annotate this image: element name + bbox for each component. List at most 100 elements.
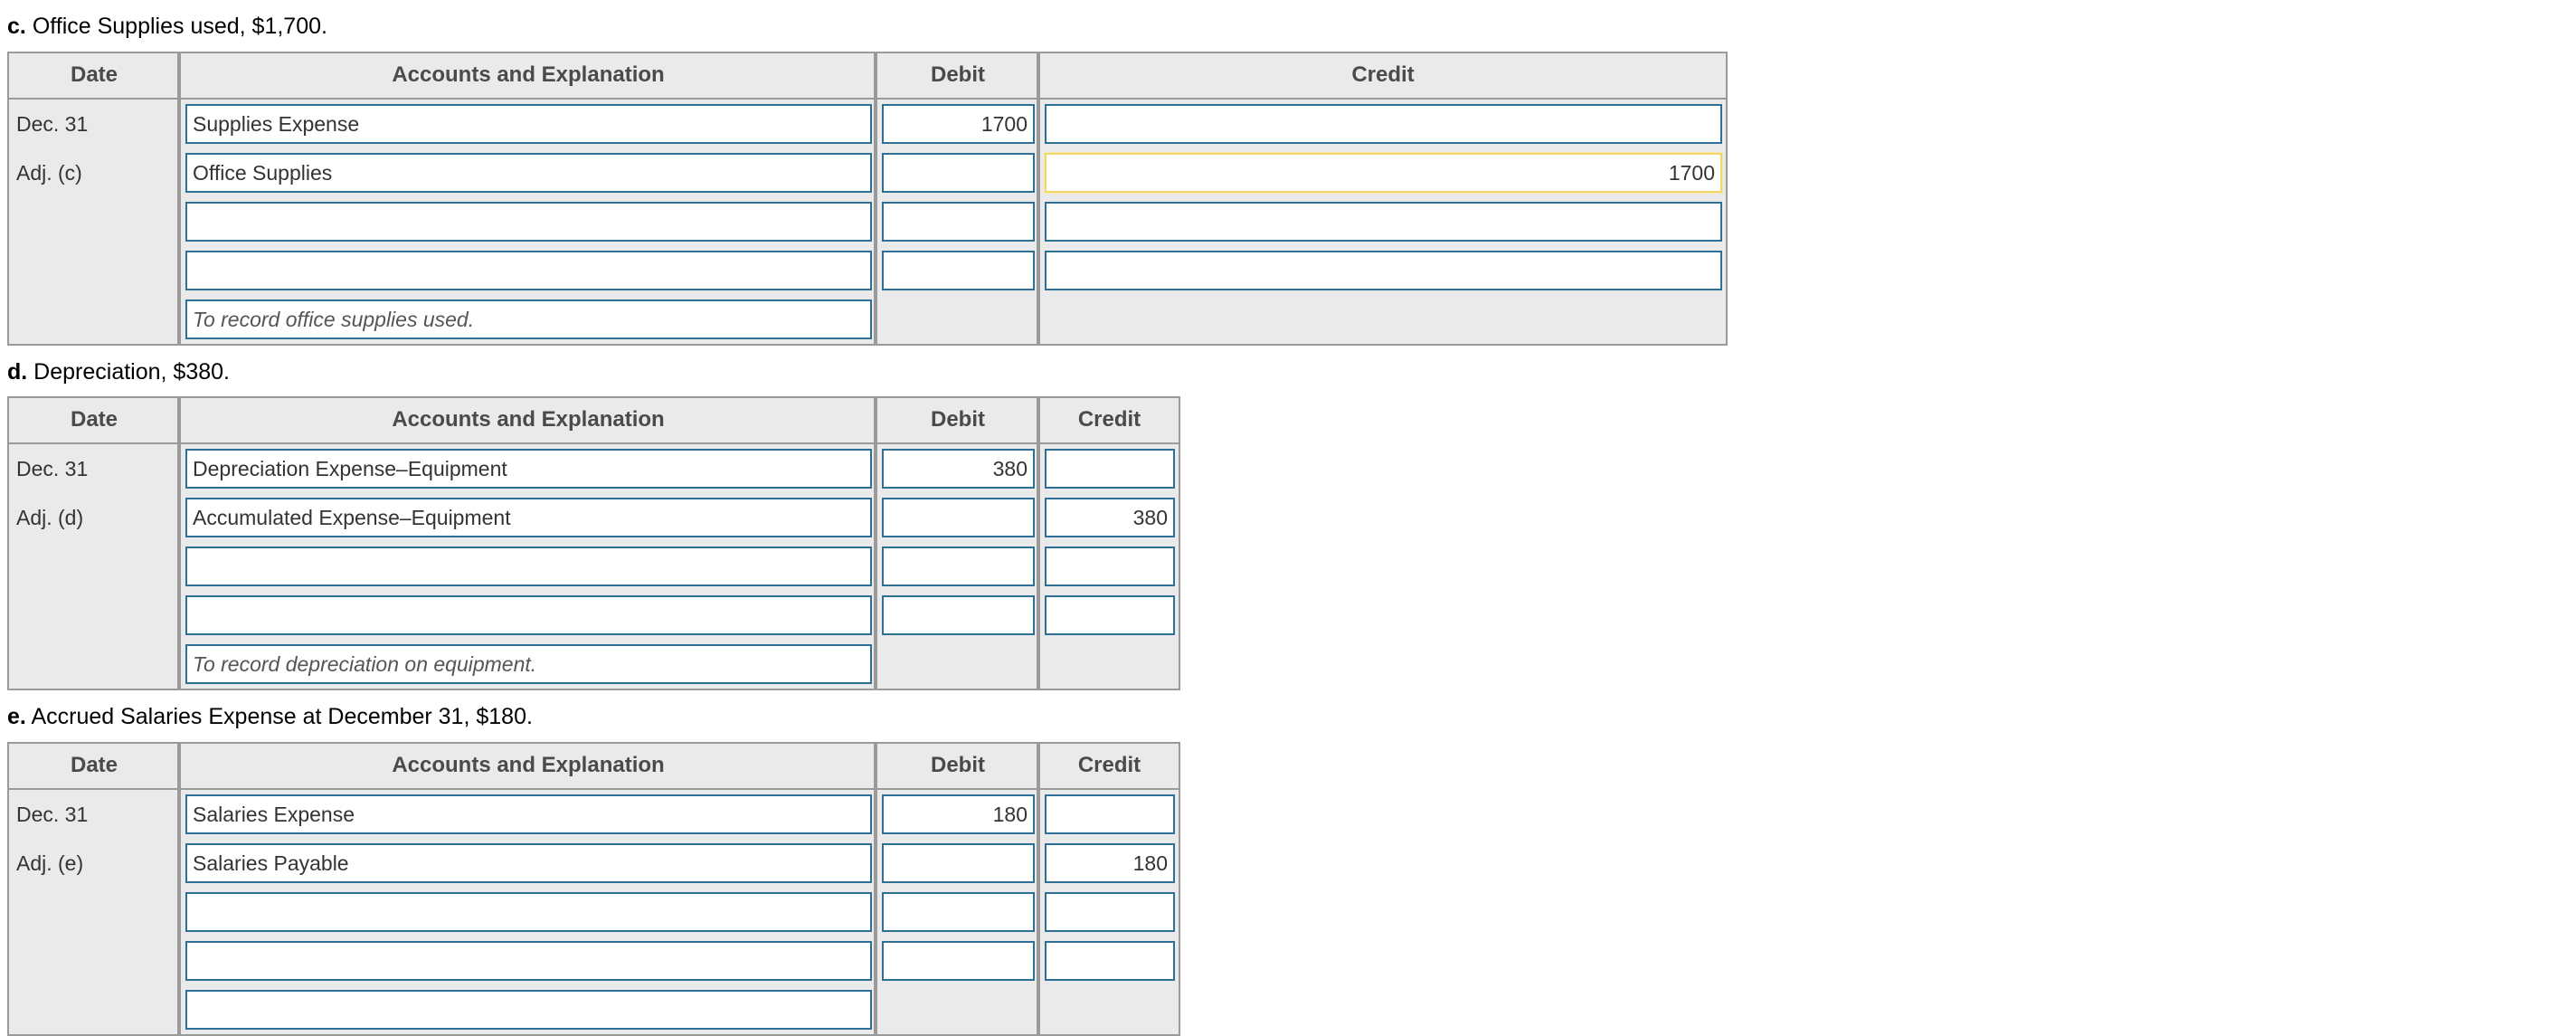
table-row xyxy=(8,245,1727,295)
table-row-memo: To record office supplies used. xyxy=(8,294,1727,345)
debit-input[interactable] xyxy=(882,940,1035,981)
account-cell: Accumulated Expense–Equipment xyxy=(180,493,877,542)
date-cell xyxy=(8,887,181,936)
credit-cell xyxy=(1039,542,1179,591)
debit-input[interactable] xyxy=(882,547,1035,586)
prompt-e-letter: e. xyxy=(7,704,26,729)
debit-cell-empty xyxy=(876,640,1040,689)
account-input[interactable] xyxy=(185,595,872,635)
account-cell: Salaries Expense xyxy=(180,787,877,839)
credit-cell xyxy=(1039,591,1179,640)
debit-cell: 380 xyxy=(876,442,1040,493)
account-cell xyxy=(180,245,877,295)
debit-input[interactable] xyxy=(882,152,1035,193)
account-cell xyxy=(180,542,877,591)
account-cell xyxy=(180,591,877,640)
date-cell: Dec. 31 xyxy=(8,787,181,839)
memo-cell: To record depreciation on equipment. xyxy=(180,640,877,689)
credit-input[interactable] xyxy=(1045,595,1175,635)
date-label: Dec. 31 xyxy=(16,111,89,136)
date-label: Adj. (e) xyxy=(16,851,84,875)
account-input[interactable]: Supplies Expense xyxy=(185,103,872,144)
account-input[interactable] xyxy=(185,250,872,290)
date-cell xyxy=(8,640,181,689)
column-header-date: Date xyxy=(8,742,181,790)
prompt-e: e. Accrued Salaries Expense at December … xyxy=(0,690,2576,742)
memo-input[interactable]: To record office supplies used. xyxy=(185,299,872,339)
column-header-accounts: Accounts and Explanation xyxy=(180,742,877,790)
prompt-c: c. Office Supplies used, $1,700. xyxy=(0,0,2576,52)
date-label xyxy=(9,246,179,295)
table-row: Adj. (e) Salaries Payable 180 xyxy=(8,838,1179,888)
account-input[interactable] xyxy=(185,940,872,981)
prompt-d: d. Depreciation, $380. xyxy=(0,346,2576,397)
date-label xyxy=(9,640,179,689)
credit-input[interactable] xyxy=(1045,940,1175,981)
debit-input[interactable]: 380 xyxy=(882,449,1035,489)
account-input[interactable]: Salaries Payable xyxy=(185,842,872,883)
table-row xyxy=(8,887,1179,936)
account-input[interactable]: Depreciation Expense–Equipment xyxy=(185,449,872,489)
account-cell: Depreciation Expense–Equipment xyxy=(180,442,877,493)
debit-cell xyxy=(876,147,1040,197)
credit-input[interactable]: 380 xyxy=(1045,498,1175,537)
credit-input[interactable] xyxy=(1045,103,1722,144)
debit-input[interactable] xyxy=(882,842,1035,883)
debit-cell xyxy=(876,591,1040,640)
credit-input[interactable] xyxy=(1045,794,1175,834)
credit-input[interactable] xyxy=(1045,201,1722,242)
date-cell: Dec. 31 xyxy=(8,97,181,148)
table-row xyxy=(8,591,1179,640)
debit-cell xyxy=(876,936,1040,985)
table-row: Adj. (d) Accumulated Expense–Equipment 3… xyxy=(8,493,1179,542)
date-label: Dec. 31 xyxy=(16,802,89,826)
memo-input[interactable] xyxy=(185,989,872,1030)
debit-input[interactable] xyxy=(882,891,1035,932)
debit-cell xyxy=(876,838,1040,888)
account-cell xyxy=(180,887,877,936)
account-input[interactable] xyxy=(185,201,872,242)
date-cell xyxy=(8,591,181,640)
table-row: Dec. 31 Depreciation Expense–Equipment 3… xyxy=(8,442,1179,493)
table-row: Dec. 31 Salaries Expense 180 xyxy=(8,787,1179,839)
account-input[interactable] xyxy=(185,891,872,932)
account-input[interactable]: Office Supplies xyxy=(185,152,872,193)
debit-input[interactable] xyxy=(882,595,1035,635)
debit-cell xyxy=(876,542,1040,591)
debit-input[interactable] xyxy=(882,250,1035,290)
date-label: Dec. 31 xyxy=(16,457,89,480)
credit-input[interactable] xyxy=(1045,449,1175,489)
credit-input[interactable] xyxy=(1045,250,1722,290)
table-row-memo xyxy=(8,984,1179,1035)
memo-cell: To record office supplies used. xyxy=(180,294,877,345)
date-label xyxy=(9,197,179,246)
debit-cell xyxy=(876,493,1040,542)
account-input[interactable]: Salaries Expense xyxy=(185,794,872,834)
date-cell xyxy=(8,294,181,345)
credit-input[interactable] xyxy=(1045,547,1175,586)
journal-table-d: Date Accounts and Explanation Debit Cred… xyxy=(7,396,1180,690)
credit-cell xyxy=(1039,887,1179,936)
account-cell xyxy=(180,196,877,246)
memo-input[interactable]: To record depreciation on equipment. xyxy=(185,644,872,684)
credit-input[interactable] xyxy=(1045,891,1175,932)
credit-input[interactable]: 180 xyxy=(1045,842,1175,883)
prompt-e-text: Accrued Salaries Expense at December 31,… xyxy=(31,704,533,729)
account-input[interactable]: Accumulated Expense–Equipment xyxy=(185,498,872,537)
column-header-accounts: Accounts and Explanation xyxy=(180,397,877,444)
column-header-accounts: Accounts and Explanation xyxy=(180,52,877,100)
date-label: Adj. (c) xyxy=(16,160,82,185)
credit-input-active[interactable]: 1700 xyxy=(1045,152,1722,193)
debit-input[interactable] xyxy=(882,201,1035,242)
column-header-credit: Credit xyxy=(1039,52,1727,100)
date-cell: Adj. (d) xyxy=(8,493,181,542)
debit-input[interactable]: 1700 xyxy=(882,103,1035,144)
debit-input[interactable] xyxy=(882,498,1035,537)
debit-input[interactable]: 180 xyxy=(882,794,1035,834)
date-cell: Adj. (e) xyxy=(8,838,181,888)
account-input[interactable] xyxy=(185,547,872,586)
date-label xyxy=(9,936,179,985)
table-header-row: Date Accounts and Explanation Debit Cred… xyxy=(8,397,1179,444)
date-cell xyxy=(8,936,181,985)
credit-cell: 1700 xyxy=(1039,147,1727,197)
